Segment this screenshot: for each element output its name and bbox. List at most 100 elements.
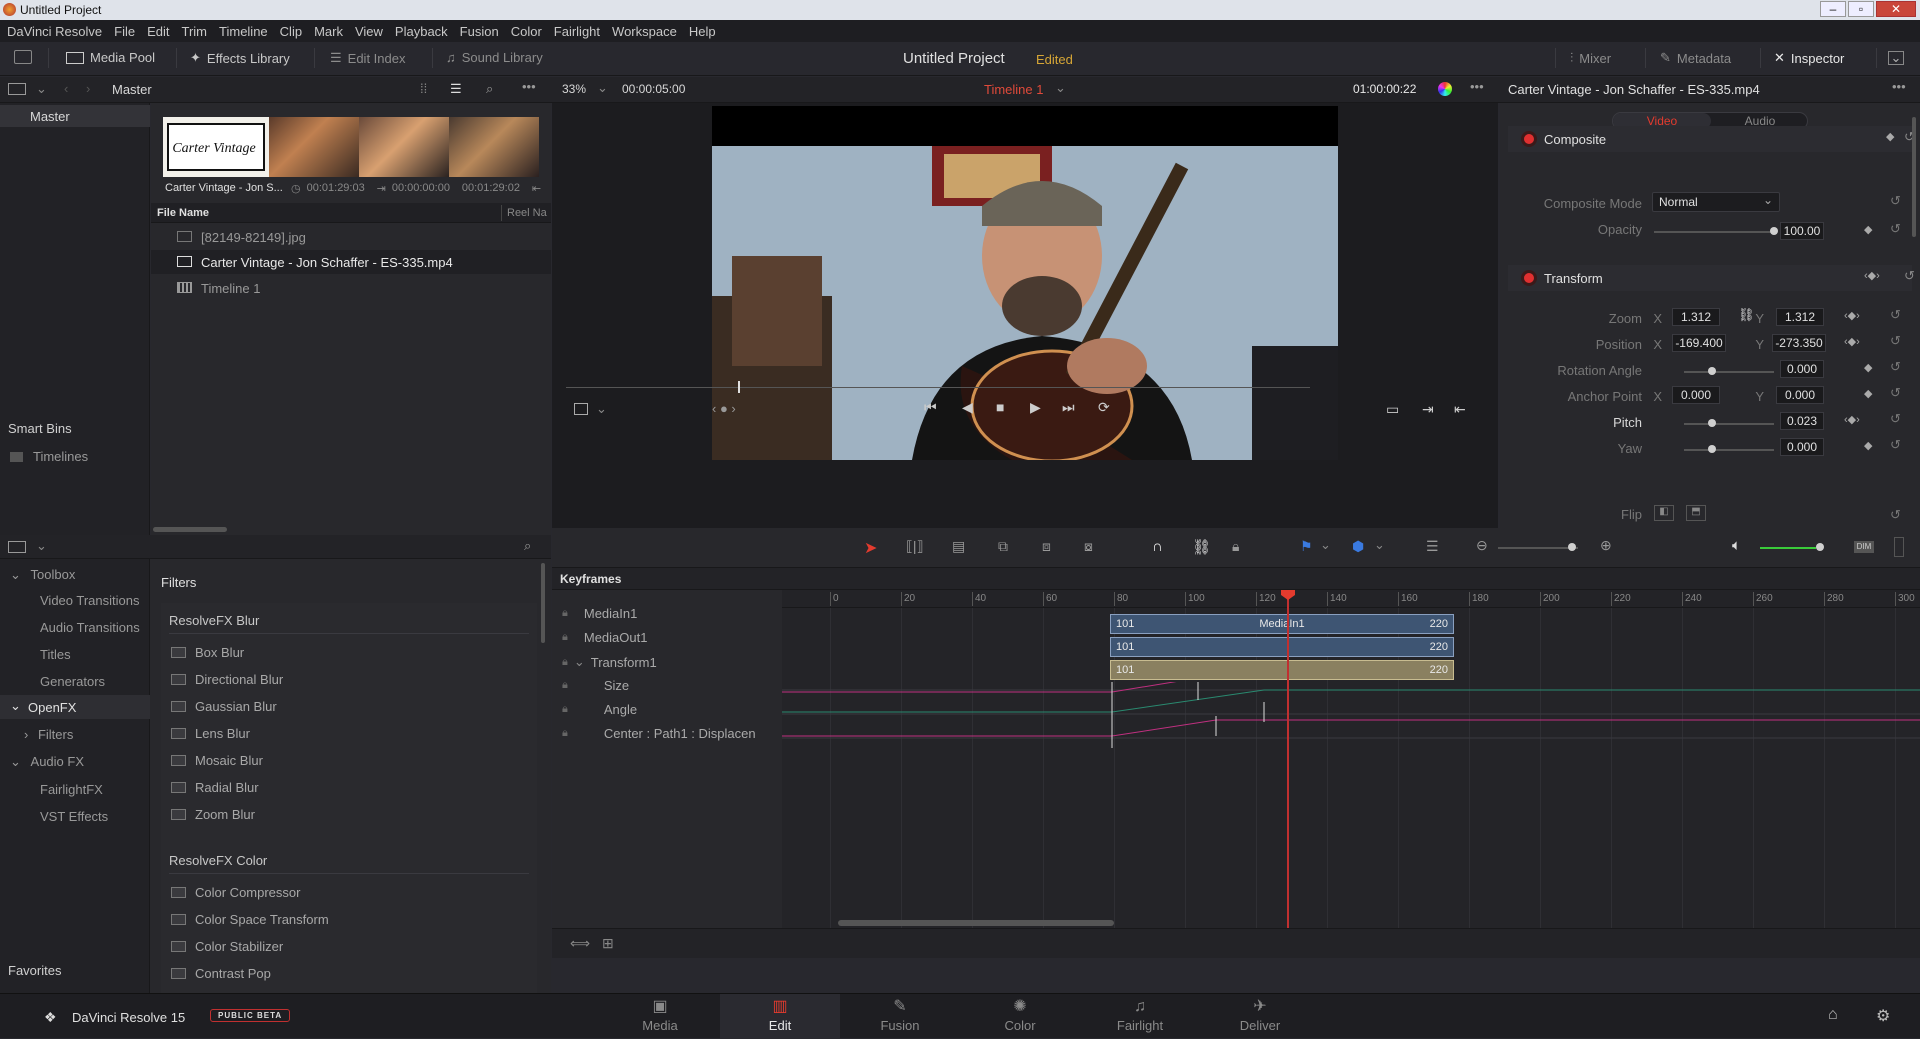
zoom-y-field[interactable]: 1.312 <box>1776 308 1824 326</box>
viewer-options-icon[interactable]: ••• <box>1470 79 1484 94</box>
clip-bar-transform1[interactable]: 101 220 <box>1110 660 1454 680</box>
timeline-view-icon[interactable]: ☰ <box>1426 538 1439 555</box>
zoom-reset-icon[interactable]: ↺ <box>1890 307 1901 323</box>
marker-icon[interactable]: ⬢ <box>1352 538 1364 555</box>
menu-timeline[interactable]: Timeline <box>219 24 268 39</box>
menu-workspace[interactable]: Workspace <box>612 24 677 39</box>
position-reset-icon[interactable]: ↺ <box>1890 333 1901 349</box>
page-fairlight[interactable]: ♫ Fairlight <box>1080 994 1200 1039</box>
transform-section[interactable]: Transform ‹◆› ↺ <box>1508 265 1915 291</box>
tree-video-transitions[interactable]: Video Transitions <box>40 593 140 608</box>
gear-icon[interactable]: ⚙ <box>1876 1006 1890 1026</box>
composite-enable-toggle[interactable] <box>1524 134 1534 144</box>
trim-mode-icon[interactable]: ⟦|⟧ <box>906 538 924 555</box>
lock-icon[interactable]: 🔒︎ <box>562 631 568 644</box>
flag-dropdown-icon[interactable]: ⌄ <box>1320 537 1331 553</box>
audio-meter-icon[interactable] <box>1894 537 1904 557</box>
maximize-button[interactable]: ▫ <box>1848 1 1874 17</box>
grid-icon[interactable]: ⊞ <box>602 935 614 952</box>
track-angle[interactable]: 🔒︎ Angle <box>562 702 637 717</box>
yaw-field[interactable]: 0.000 <box>1780 438 1824 456</box>
overwrite-clip-icon[interactable]: ⧈ <box>1042 538 1051 555</box>
more-options-icon[interactable]: ••• <box>522 79 536 94</box>
lock-icon[interactable]: 🔒︎ <box>562 727 568 740</box>
panel-toggle-icon[interactable]: ⌄ <box>1888 50 1904 65</box>
menu-playback[interactable]: Playback <box>395 24 448 39</box>
track-mediain1[interactable]: 🔒︎ MediaIn1 <box>562 606 637 621</box>
play-icon[interactable]: ▶ <box>1030 399 1041 416</box>
page-deliver[interactable]: ✈ Deliver <box>1200 994 1320 1039</box>
flip-reset-icon[interactable]: ↺ <box>1890 507 1901 523</box>
loop-icon[interactable]: ⟳ <box>1098 399 1110 416</box>
sidebar-toggle-icon[interactable] <box>8 83 26 95</box>
next-edit-icon[interactable]: ⇥ <box>1422 401 1434 418</box>
column-reel-name[interactable]: Reel Na <box>507 207 547 219</box>
anchor-y-field[interactable]: 0.000 <box>1776 386 1824 404</box>
file-row-timeline[interactable]: Timeline 1 <box>151 276 551 300</box>
selection-pointer-icon[interactable]: ➤ <box>864 538 877 558</box>
opacity-knob[interactable] <box>1770 227 1778 235</box>
fx-directional-blur[interactable]: Directional Blur <box>171 672 283 687</box>
zoom-keyframe-nav-icon[interactable]: ‹◆› <box>1844 309 1860 322</box>
transform-enable-toggle[interactable] <box>1524 273 1534 283</box>
go-to-end-icon[interactable]: ⏭ <box>1062 399 1075 416</box>
transform-keyframe-nav-icon[interactable]: ‹◆› <box>1864 269 1880 282</box>
fx-mosaic-blur[interactable]: Mosaic Blur <box>171 753 263 768</box>
track-center-path[interactable]: 🔒︎ Center : Path1 : Displacen <box>562 726 756 741</box>
link-icon[interactable]: ⛓ <box>1738 307 1755 323</box>
blade-tool-icon[interactable]: ▤ <box>952 538 965 555</box>
tree-generators[interactable]: Generators <box>40 674 105 689</box>
opacity-keyframe-icon[interactable]: ◆ <box>1864 223 1872 236</box>
position-lock-icon[interactable]: 🔒︎ <box>1232 538 1239 555</box>
transform-reset-icon[interactable]: ↺ <box>1904 268 1915 284</box>
tree-fairlight-fx[interactable]: FairlightFX <box>40 782 103 797</box>
zoom-dropdown-icon[interactable]: ⌄ <box>597 80 608 96</box>
tree-openfx[interactable]: ⌄ OpenFX <box>0 695 150 719</box>
tree-filters[interactable]: › Filters <box>24 727 73 742</box>
menu-davinci[interactable]: DaVinci Resolve <box>7 24 102 39</box>
composite-keyframe-icon[interactable]: ◆ <box>1886 130 1894 143</box>
pitch-reset-icon[interactable]: ↺ <box>1890 411 1901 427</box>
dim-button[interactable]: DIM <box>1854 541 1874 553</box>
sound-library-button[interactable]: ♫ Sound Library <box>446 50 543 65</box>
fx-gaussian-blur[interactable]: Gaussian Blur <box>171 699 277 714</box>
composite-mode-select[interactable]: Normal ⌄ <box>1652 192 1780 212</box>
edit-index-button[interactable]: ☰ Edit Index <box>330 50 405 66</box>
frame-ruler[interactable]: 0 20 40 60 80 100 120 140 160 180 200 220 240 260 280 3… <box>782 590 1920 608</box>
chevron-down-icon[interactable]: ⌄ <box>574 654 585 670</box>
page-edit[interactable]: ▥ Edit <box>720 994 840 1039</box>
pitch-knob[interactable] <box>1708 419 1716 427</box>
rotation-field[interactable]: 0.000 <box>1780 360 1824 378</box>
page-fusion[interactable]: ✎ Fusion <box>840 994 960 1039</box>
tree-audio-transitions[interactable]: Audio Transitions <box>40 620 140 635</box>
overlay-dropdown-icon[interactable]: ⌄ <box>596 401 607 417</box>
volume-knob[interactable] <box>1816 543 1824 551</box>
fx-lens-blur[interactable]: Lens Blur <box>171 726 250 741</box>
yaw-keyframe-icon[interactable]: ◆ <box>1864 439 1872 452</box>
fit-timeline-icon[interactable]: ⟺ <box>570 935 590 952</box>
rotation-slider[interactable] <box>1684 371 1774 373</box>
keyframe-graph[interactable]: 0 20 40 60 80 100 120 140 160 180 200 220 240 260 280 3… <box>782 590 1920 928</box>
monitor-icon[interactable] <box>14 50 32 64</box>
timeline-zoom-knob[interactable] <box>1568 543 1576 551</box>
linked-selection-icon[interactable]: ⛓ <box>1192 538 1211 556</box>
fx-box-blur[interactable]: Box Blur <box>171 645 244 660</box>
anchor-x-field[interactable]: 0.000 <box>1672 386 1720 404</box>
pool-scrollbar[interactable] <box>153 527 227 532</box>
back-arrow-icon[interactable]: ‹ <box>64 81 68 96</box>
match-frame-icon[interactable]: ▭ <box>1386 401 1399 418</box>
position-x-field[interactable]: -169.400 <box>1672 334 1726 352</box>
zoom-out-icon[interactable]: ⊖ <box>1476 537 1488 554</box>
chevron-down-icon[interactable]: ⌄ <box>36 81 47 97</box>
metadata-button[interactable]: ✎ Metadata <box>1660 50 1731 66</box>
insert-clip-icon[interactable]: ⧉ <box>998 538 1008 555</box>
tree-vst-effects[interactable]: VST Effects <box>40 809 108 824</box>
list-view-icon[interactable]: ☰ <box>450 81 462 97</box>
home-icon[interactable]: ⌂ <box>1828 1006 1838 1024</box>
inspector-options-icon[interactable]: ••• <box>1892 79 1906 94</box>
menu-fusion[interactable]: Fusion <box>460 24 499 39</box>
menu-help[interactable]: Help <box>689 24 716 39</box>
tree-favorites[interactable]: Favorites <box>8 963 61 978</box>
tree-titles[interactable]: Titles <box>40 647 71 662</box>
clip-bar-mediain1[interactable]: 101 MediaIn1 220 <box>1110 614 1454 634</box>
